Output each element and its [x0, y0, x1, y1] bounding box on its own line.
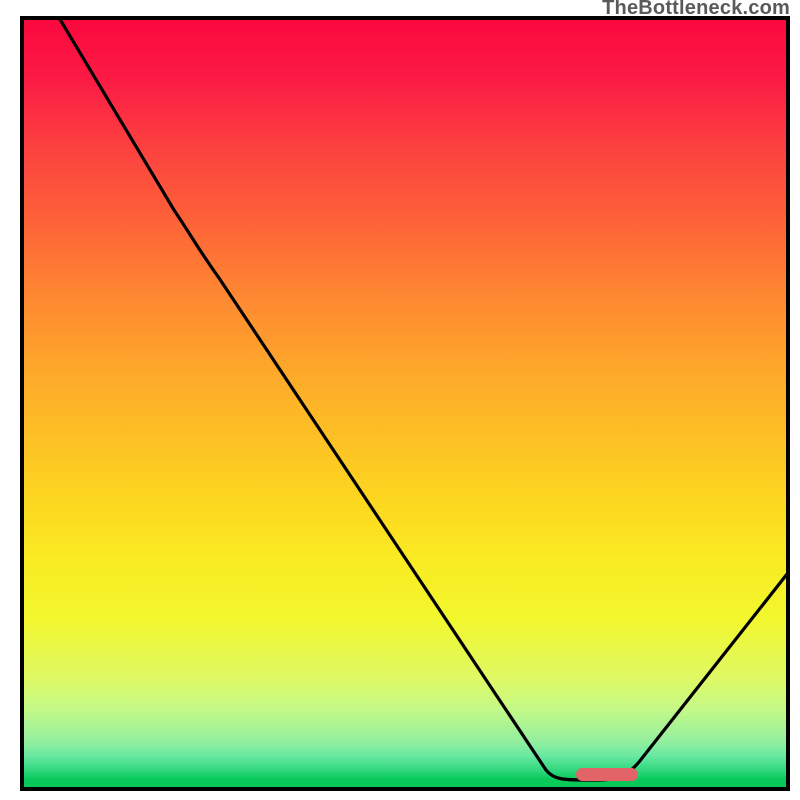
- curve-path: [58, 20, 786, 780]
- bottleneck-curve: [24, 20, 786, 787]
- optimum-marker: [576, 768, 638, 781]
- watermark-text: TheBottleneck.com: [602, 0, 790, 20]
- chart-frame: [20, 16, 790, 791]
